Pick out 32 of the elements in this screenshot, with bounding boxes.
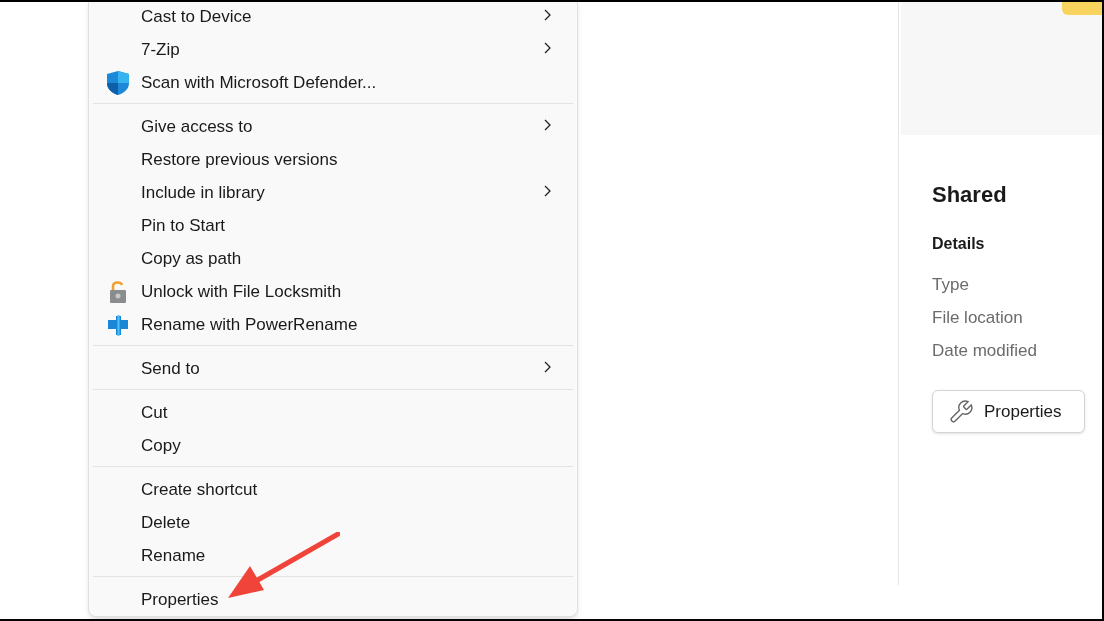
menu-item[interactable]: Copy as path — [93, 242, 573, 275]
detail-label: File location — [932, 307, 1024, 329]
menu-item[interactable]: Pin to Start — [93, 209, 573, 242]
chevron-right-icon — [543, 185, 551, 197]
menu-item[interactable]: 7-Zip — [93, 33, 573, 66]
chevron-right-icon — [543, 361, 551, 373]
detail-label: Type — [932, 274, 970, 296]
menu-item[interactable]: Copy — [93, 429, 573, 462]
text-cursor-icon — [107, 313, 129, 336]
padlock-icon — [108, 279, 128, 304]
menu-item[interactable]: Delete — [93, 506, 573, 539]
menu-item[interactable]: Send to — [93, 352, 573, 385]
menu-item[interactable]: Cast to Device — [93, 2, 573, 33]
menu-item[interactable]: Unlock with File Locksmith — [93, 275, 573, 308]
menu-item[interactable]: Give access to — [93, 110, 573, 143]
menu-item[interactable]: Scan with Microsoft Defender... — [93, 66, 573, 99]
menu-item[interactable]: Rename — [93, 539, 573, 572]
shield-icon — [106, 69, 130, 96]
menu-item[interactable]: Cut — [93, 396, 573, 429]
section-heading: Details — [932, 234, 986, 254]
menu-item[interactable]: Restore previous versions — [93, 143, 573, 176]
menu-item[interactable]: Include in library — [93, 176, 573, 209]
wrench-icon — [948, 398, 974, 425]
chevron-right-icon — [543, 9, 551, 21]
menu-item[interactable]: Create shortcut — [93, 473, 573, 506]
folder-title: Shared — [932, 181, 1008, 209]
menu-item[interactable]: Rename with PowerRename — [93, 308, 573, 341]
detail-label: Date modified — [932, 340, 1038, 362]
menu-item[interactable]: Properties — [93, 583, 573, 616]
properties-button[interactable]: Properties — [932, 390, 1085, 433]
chevron-right-icon — [543, 42, 551, 54]
chevron-right-icon — [543, 119, 551, 131]
